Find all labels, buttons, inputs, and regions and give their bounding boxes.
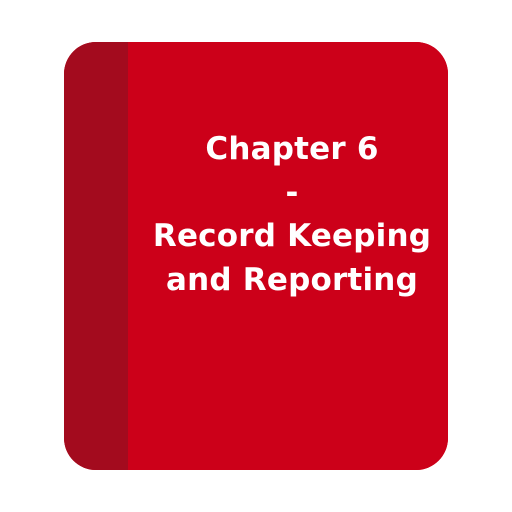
book-title: Chapter 6 - Record Keeping and Reporting	[136, 128, 448, 302]
title-line-chapter: Chapter 6	[205, 131, 379, 167]
title-line-separator: -	[285, 174, 299, 211]
title-line-topic-2: and Reporting	[166, 261, 418, 298]
book-icon: Chapter 6 - Record Keeping and Reporting	[64, 42, 448, 470]
title-line-topic-1: Record Keeping	[152, 218, 432, 254]
app-icon: Chapter 6 - Record Keeping and Reporting	[0, 0, 512, 512]
book-spine	[64, 42, 128, 470]
